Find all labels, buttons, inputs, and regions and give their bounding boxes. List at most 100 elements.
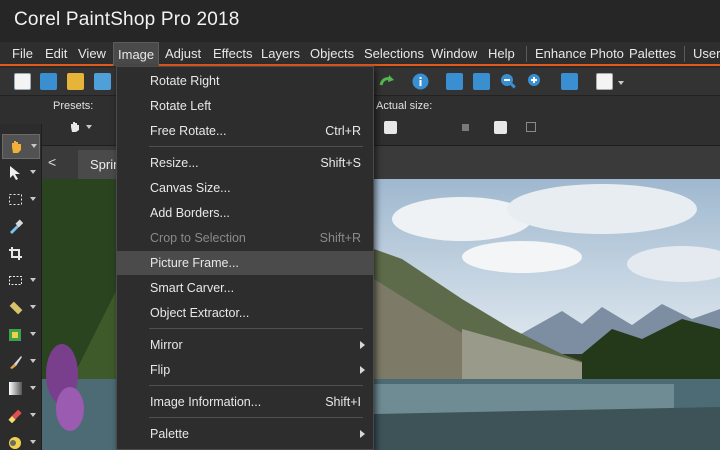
chevron-down-icon[interactable]: [618, 81, 624, 85]
chevron-down-icon: [30, 359, 36, 363]
submenu-arrow-icon: [360, 366, 365, 374]
zoom-fit-icon[interactable]: [494, 121, 507, 134]
menu-item-shortcut: Ctrl+R: [325, 124, 361, 138]
open-folder-icon[interactable]: [67, 73, 84, 90]
menu-file[interactable]: File: [12, 46, 33, 61]
eraser-tool[interactable]: [2, 404, 40, 429]
menu-selections[interactable]: Selections: [364, 46, 424, 61]
pick-tool[interactable]: [2, 161, 40, 186]
zoom-small-icon[interactable]: [462, 124, 469, 131]
pan-hand-icon: [12, 141, 21, 153]
menu-enhance-photo[interactable]: Enhance Photo: [535, 46, 624, 61]
selection-rect-icon: [9, 194, 22, 205]
chevron-down-icon[interactable]: [86, 125, 92, 129]
fill-icon: [9, 437, 21, 449]
selection-tool[interactable]: [2, 188, 40, 213]
straighten-tool[interactable]: [2, 269, 40, 294]
menu-item-picture-frame[interactable]: Picture Frame...: [117, 251, 373, 275]
crop-icon: [9, 247, 22, 260]
menu-item-shortcut: Shift+R: [319, 231, 361, 245]
pick-arrow-icon: [10, 166, 20, 180]
menu-item-label: Picture Frame...: [150, 256, 239, 270]
redo-icon[interactable]: [378, 73, 395, 90]
dropper-tool[interactable]: [2, 215, 40, 240]
menu-item-mirror[interactable]: Mirror: [117, 333, 373, 357]
gradient-icon: [9, 382, 22, 395]
menu-item-canvas-size[interactable]: Canvas Size...: [117, 176, 373, 200]
add-icon[interactable]: [561, 73, 578, 90]
menu-separator: [149, 417, 363, 418]
menu-item-label: Crop to Selection: [150, 231, 246, 245]
menu-item-palette[interactable]: Palette: [117, 422, 373, 446]
menu-item-smart-carver[interactable]: Smart Carver...: [117, 276, 373, 300]
fit-image-icon[interactable]: [473, 73, 490, 90]
chevron-down-icon: [30, 386, 36, 390]
menu-item-object-extractor[interactable]: Object Extractor...: [117, 301, 373, 325]
zoom-out-icon[interactable]: [500, 73, 517, 90]
menu-item-free-rotate[interactable]: Free Rotate... Ctrl+R: [117, 119, 373, 143]
menu-item-label: Palette: [150, 427, 189, 441]
menu-item-shortcut: Shift+S: [320, 156, 361, 170]
chevron-down-icon: [30, 332, 36, 336]
menu-item-crop-to-selection: Crop to Selection Shift+R: [117, 226, 373, 250]
submenu-arrow-icon: [360, 341, 365, 349]
menu-item-label: Add Borders...: [150, 206, 230, 220]
actual-size-label: Actual size:: [376, 100, 433, 112]
menu-item-label: Flip: [150, 363, 171, 377]
app-title: Corel PaintShop Pro 2018: [14, 9, 240, 30]
title-bar: Corel PaintShop Pro 2018: [0, 0, 720, 42]
menu-bar: File Edit View Image Adjust Effects Laye…: [0, 42, 720, 66]
menu-edit[interactable]: Edit: [45, 46, 67, 61]
menu-separator: [149, 328, 363, 329]
menu-item-image-information[interactable]: Image Information... Shift+I: [117, 390, 373, 414]
menu-effects[interactable]: Effects: [213, 46, 253, 61]
straighten-icon: [9, 276, 22, 285]
menu-item-rotate-left[interactable]: Rotate Left: [117, 94, 373, 118]
menu-separator: [684, 46, 685, 62]
menu-layers[interactable]: Layers: [261, 46, 300, 61]
menu-item-label: Mirror: [150, 338, 183, 352]
menu-item-label: Image Information...: [150, 395, 262, 409]
scan-icon[interactable]: [94, 73, 111, 90]
menu-user[interactable]: User: [693, 46, 720, 61]
copy-icon[interactable]: [596, 73, 613, 90]
fill-tool[interactable]: [2, 431, 40, 450]
gradient-tool[interactable]: [2, 377, 40, 402]
menu-item-label: Canvas Size...: [150, 181, 231, 195]
menu-item-label: Object Extractor...: [150, 306, 250, 320]
chevron-down-icon: [30, 413, 36, 417]
zoom-in-icon[interactable]: [527, 73, 544, 90]
tools-toolbar: [0, 124, 42, 450]
chevron-down-icon: [30, 440, 36, 444]
pan-tool[interactable]: [2, 134, 40, 159]
actual-size-icon[interactable]: [384, 121, 397, 134]
menu-item-rotate-right[interactable]: Rotate Right: [117, 69, 373, 93]
menu-view[interactable]: View: [78, 46, 106, 61]
fit-window-icon[interactable]: [446, 73, 463, 90]
menu-item-label: Resize...: [150, 156, 199, 170]
menu-item-add-borders[interactable]: Add Borders...: [117, 201, 373, 225]
menu-window[interactable]: Window: [431, 46, 477, 61]
browse-grid-icon[interactable]: [40, 73, 57, 90]
menu-item-resize[interactable]: Resize... Shift+S: [117, 151, 373, 175]
crop-tool[interactable]: [2, 242, 40, 267]
clone-tool[interactable]: [2, 323, 40, 348]
zoom-large-icon[interactable]: [526, 122, 536, 132]
menu-adjust[interactable]: Adjust: [165, 46, 201, 61]
paint-brush-tool[interactable]: [2, 350, 40, 375]
measure-tool[interactable]: [2, 296, 40, 321]
new-document-icon[interactable]: [14, 73, 31, 90]
eyedropper-icon: [10, 219, 23, 234]
pan-hand-icon[interactable]: [68, 120, 81, 133]
menu-help[interactable]: Help: [488, 46, 515, 61]
menu-item-label: Smart Carver...: [150, 281, 235, 295]
menu-item-flip[interactable]: Flip: [117, 358, 373, 382]
menu-objects[interactable]: Objects: [310, 46, 354, 61]
clone-icon: [9, 329, 21, 341]
menu-separator: [149, 385, 363, 386]
menu-palettes[interactable]: Palettes: [629, 46, 676, 61]
menu-item-label: Free Rotate...: [150, 124, 227, 138]
info-icon[interactable]: [412, 73, 429, 90]
menu-image[interactable]: Image: [113, 42, 160, 66]
chevron-left-icon[interactable]: <: [48, 154, 56, 170]
